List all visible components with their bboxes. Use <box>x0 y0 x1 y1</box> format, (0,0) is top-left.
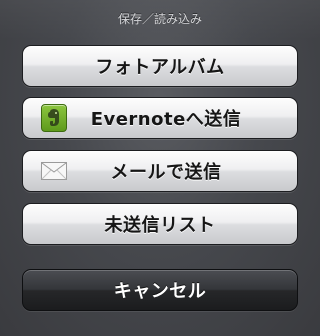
action-sheet: 保存／読み込み フォトアルバム Evernoteへ送信 メールで送信 未送信リス… <box>0 0 320 336</box>
cancel-button[interactable]: キャンセル <box>22 269 298 311</box>
send-to-evernote-button[interactable]: Evernoteへ送信 <box>22 97 298 139</box>
unsent-list-button[interactable]: 未送信リスト <box>22 203 298 245</box>
envelope-icon <box>41 162 67 180</box>
evernote-label: Evernoteへ送信 <box>90 109 242 130</box>
send-by-mail-button[interactable]: メールで送信 <box>22 150 298 192</box>
mail-label: メールで送信 <box>110 162 222 183</box>
unsent-list-label: 未送信リスト <box>104 215 216 236</box>
evernote-icon <box>41 104 67 132</box>
action-sheet-title: 保存／読み込み <box>117 12 202 26</box>
photo-album-button[interactable]: フォトアルバム <box>22 45 298 87</box>
photo-album-label: フォトアルバム <box>95 57 225 78</box>
cancel-label: キャンセル <box>113 281 207 302</box>
